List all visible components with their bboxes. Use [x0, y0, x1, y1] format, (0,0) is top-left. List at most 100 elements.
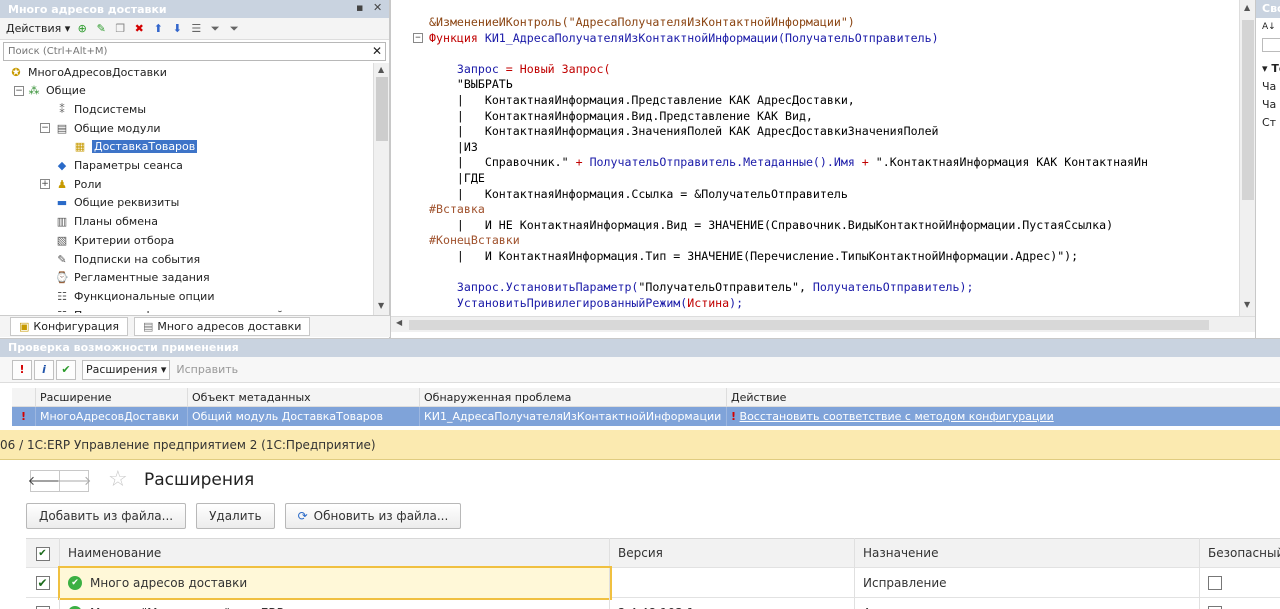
scroll-up-icon[interactable]: ▲ [378, 65, 384, 74]
extensions-form: 🡐 🡒 ☆ Расширения Добавить из файла... Уд… [26, 460, 1280, 609]
edit-icon[interactable]: ✎ [94, 22, 108, 36]
tree-item[interactable]: ✪ МногоАдресовДоставки [8, 63, 167, 81]
update-from-file-button[interactable]: ⟳ Обновить из файла... [284, 503, 462, 529]
expand-icon[interactable]: + [40, 179, 50, 190]
active-column-icon[interactable]: ✔ [26, 538, 60, 568]
delete-icon[interactable]: ✖ [132, 22, 146, 36]
extension-row[interactable]: ✔✔Модуль "Мониторинг" для ERP2.4.48.103.… [26, 597, 1280, 609]
tree-search-input[interactable] [4, 43, 385, 60]
clear-search-icon[interactable]: ✕ [372, 44, 382, 58]
forward-arrow-icon[interactable]: 🡒 [57, 470, 91, 492]
list-icon[interactable]: ☰ [189, 22, 203, 36]
tree-item-label: Параметры сеанса [74, 159, 183, 172]
column-name[interactable]: Наименование [60, 538, 610, 568]
check-table-row[interactable]: ! МногоАдресовДоставки Общий модуль Дост… [12, 407, 1280, 426]
ok-filter-button[interactable]: ✔ [56, 359, 76, 380]
code-token: #КонецВставки [429, 233, 520, 248]
tree-item[interactable]: ✎ Подписки на события [54, 250, 200, 268]
module-code-editor[interactable]: &ИзменениеИКонтроль("АдресаПолучателяИзК… [390, 0, 1256, 340]
code-scroll-left-icon[interactable]: ◀ [396, 318, 402, 327]
move-down-icon[interactable]: ⬇ [170, 22, 184, 36]
sort-icon[interactable]: A↓ [1256, 18, 1280, 36]
close-icon[interactable]: ✕ [373, 1, 382, 14]
code-token: &ИзменениеИКонтроль("АдресаПолучателяИзК… [429, 15, 855, 29]
tree-item-label: Роли [74, 177, 102, 191]
tree-item[interactable]: ▧ Критерии отбора [54, 231, 174, 249]
properties-search[interactable] [1256, 38, 1280, 56]
tree-item-label: МногоАдресовДоставки [28, 65, 167, 79]
add-icon[interactable]: ⊕ [75, 22, 89, 36]
property-row[interactable]: ▾ Те [1256, 60, 1280, 78]
tree-item[interactable]: ⁑ Подсистемы [54, 100, 146, 118]
move-up-icon[interactable]: ⬆ [151, 22, 165, 36]
tree-item[interactable]: ☷ Функциональные опции [54, 287, 214, 305]
tree-item[interactable]: ◆ Параметры сеанса [54, 157, 183, 175]
scroll-down-icon[interactable]: ▼ [378, 301, 384, 310]
func-options-icon: ☷ [57, 289, 67, 303]
column-safe-mode[interactable]: Безопасный р [1200, 538, 1280, 568]
tree-item[interactable]: ☷ Параметры функциональных опций [54, 306, 284, 313]
tree-item[interactable]: ▬ Общие реквизиты [54, 194, 180, 212]
column-version[interactable]: Версия [610, 538, 855, 568]
code-vertical-scrollbar[interactable]: ▲ ▼ [1239, 0, 1255, 316]
safe-mode-checkbox[interactable] [1208, 576, 1222, 590]
code-token: Истина [687, 295, 730, 310]
restore-method-link[interactable]: Восстановить соответствие с методом конф… [740, 410, 1054, 423]
delete-button[interactable]: Удалить [196, 503, 275, 529]
extensions-menu-button[interactable]: Расширения ▾ [82, 359, 171, 380]
code-text[interactable]: &ИзменениеИКонтроль("АдресаПолучателяИзК… [391, 14, 1236, 314]
tree-scroll-thumb[interactable] [376, 77, 388, 141]
property-row[interactable]: Ст [1256, 114, 1280, 132]
code-line-text: | И НЕ КонтактнаяИнформация.Вид = ЗНАЧЕН… [429, 217, 1113, 233]
column-problem[interactable]: Обнаруженная проблема [420, 387, 727, 407]
extension-name-cell: ✔ Много адресов доставки [58, 565, 612, 600]
tree-item[interactable]: ▥ Планы обмена [54, 213, 158, 231]
filter-icon[interactable]: ⏷ [208, 22, 222, 36]
code-line-text: | КонтактнаяИнформация.Представление КАК… [429, 92, 855, 108]
code-line-text: Функция КИ1_АдресаПолучателяИзКонтактной… [429, 30, 939, 46]
filter-clear-icon[interactable]: ⏷ [227, 22, 241, 36]
column-action[interactable]: Действие [727, 388, 1280, 407]
code-hscroll-thumb[interactable] [409, 320, 1209, 330]
action-warning-icon: ! [731, 410, 737, 423]
active-checkbox[interactable]: ✔ [35, 576, 50, 590]
tree-item[interactable]: ⌚ Регламентные задания [54, 269, 210, 287]
actions-menu[interactable]: Действия ▾ [6, 22, 70, 35]
column-purpose[interactable]: Назначение [855, 538, 1200, 568]
code-scroll-down-icon[interactable]: ▼ [1244, 300, 1250, 309]
code-scroll-up-icon[interactable]: ▲ [1244, 3, 1250, 12]
code-vscroll-thumb[interactable] [1242, 20, 1254, 200]
property-row[interactable]: Ча [1256, 78, 1280, 96]
extensions-toolbar: Добавить из файла... Удалить ⟳ Обновить … [26, 503, 462, 529]
fix-button[interactable]: Исправить [172, 360, 242, 380]
collapse-icon[interactable]: − [14, 85, 24, 96]
check-panel-title: Проверка возможности применения [0, 339, 1280, 357]
tree-item-label: Подписки на события [74, 252, 201, 266]
property-row[interactable]: Ча [1256, 96, 1280, 114]
collapse-icon[interactable]: − [40, 123, 50, 134]
pin-icon[interactable]: ▪ [356, 1, 363, 14]
tree-item-label: Параметры функциональных опций [74, 309, 284, 313]
tree-item[interactable]: − ▤ Общие модули [40, 119, 161, 137]
code-token: | КонтактнаяИнформация.Представление КАК… [429, 93, 855, 107]
back-arrow-icon[interactable]: 🡐 [28, 470, 62, 492]
fold-icon[interactable]: − [413, 32, 423, 43]
add-from-file-button[interactable]: Добавить из файла... [26, 503, 187, 529]
column-extension[interactable]: Расширение [36, 387, 188, 407]
tree-item[interactable]: ▦ ДоставкаТоваров [72, 138, 198, 156]
favorite-star-icon[interactable]: ☆ [108, 468, 128, 492]
tree-scrollbar[interactable]: ▲ ▼ [373, 63, 389, 315]
code-horizontal-scrollbar[interactable]: ◀ [391, 316, 1256, 332]
copy-icon[interactable]: ❐ [113, 22, 127, 36]
errors-filter-button[interactable]: ! [12, 359, 32, 380]
properties-panel: Сво A↓ ▾ ТеЧаЧаСт [1255, 0, 1280, 340]
tree-item[interactable]: − ⁂ Общие [14, 82, 86, 100]
extension-row[interactable]: ✔ ✔ Много адресов доставки Исправление [26, 565, 1280, 600]
info-filter-button[interactable]: i [34, 359, 54, 380]
column-metadata-object[interactable]: Объект метаданных [188, 387, 420, 407]
tree-item[interactable]: + ♟ Роли [40, 175, 102, 193]
code-token: "ВЫБРАТЬ [429, 77, 513, 92]
update-icon: ⟳ [297, 509, 308, 523]
tab-extension[interactable]: ▤ Много адресов доставки [133, 317, 311, 336]
tab-configuration[interactable]: ▣ Конфигурация [10, 317, 128, 336]
